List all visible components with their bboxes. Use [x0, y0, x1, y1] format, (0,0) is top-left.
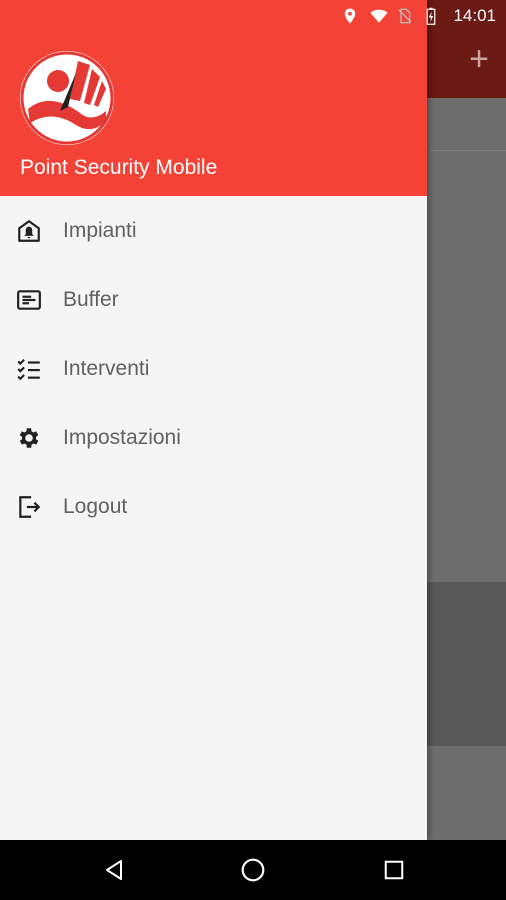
menu-item-logout[interactable]: Logout	[0, 472, 427, 541]
menu-label: Impostazioni	[63, 425, 181, 449]
gear-icon	[15, 424, 43, 452]
navigation-drawer: Point Security Mobile Impianti Buffer In…	[0, 0, 427, 840]
app-name: Point Security Mobile	[20, 156, 218, 179]
home-icon[interactable]	[237, 854, 269, 886]
system-nav-bar	[0, 840, 506, 900]
back-icon[interactable]	[98, 854, 130, 886]
menu-item-impianti[interactable]: Impianti	[0, 196, 427, 265]
building-alarm-icon	[15, 217, 43, 245]
point-security-logo	[20, 51, 114, 145]
logout-icon	[15, 493, 43, 521]
menu-label: Interventi	[63, 356, 150, 380]
wifi-icon	[369, 7, 389, 25]
menu-item-impostazioni[interactable]: Impostazioni	[0, 403, 427, 472]
menu-label: Buffer	[63, 287, 119, 311]
menu-label: Logout	[63, 494, 128, 518]
no-sim-icon	[397, 7, 415, 25]
menu-item-interventi[interactable]: Interventi	[0, 334, 427, 403]
recents-icon[interactable]	[378, 854, 410, 886]
battery-charging-icon	[425, 7, 443, 25]
buffer-list-icon	[15, 286, 43, 314]
status-time: 14:01	[453, 6, 496, 25]
drawer-menu: Impianti Buffer Interventi Impostazioni …	[0, 196, 427, 541]
status-bar: 14:01	[0, 0, 506, 32]
menu-item-buffer[interactable]: Buffer	[0, 265, 427, 334]
background-card	[426, 582, 506, 746]
background-divider	[430, 150, 506, 151]
menu-label: Impianti	[63, 218, 137, 242]
checklist-icon	[15, 355, 43, 383]
location-icon	[341, 7, 359, 25]
plus-icon[interactable]: +	[466, 42, 492, 76]
